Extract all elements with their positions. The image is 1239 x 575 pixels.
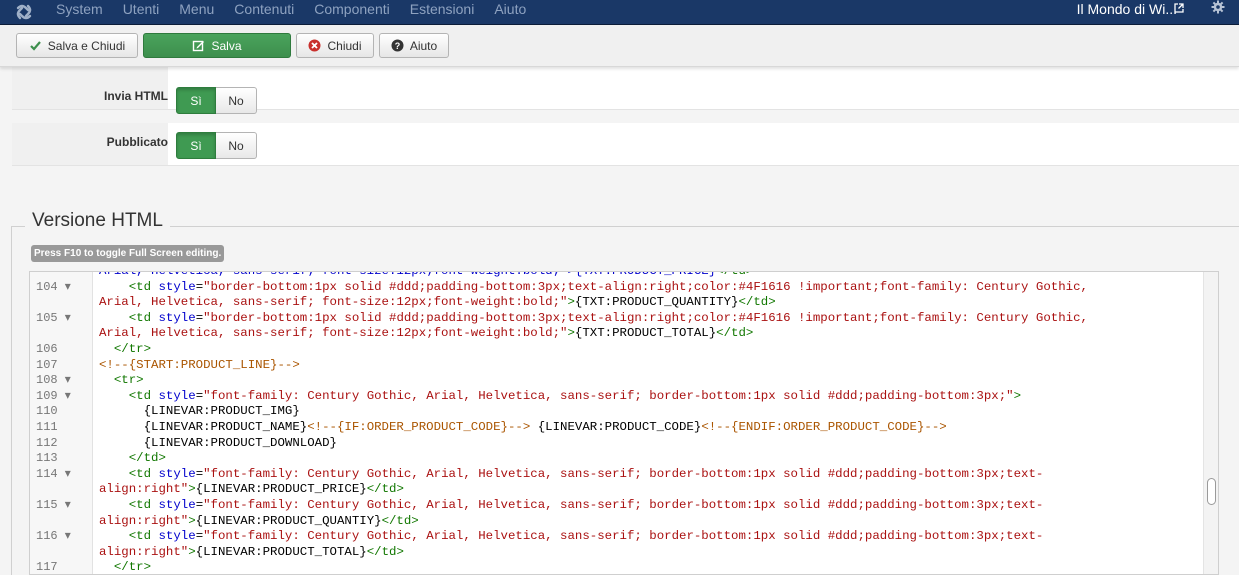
code-text: {LINEVAR:PRODUCT_IMG}: [99, 404, 300, 419]
menu-item-system[interactable]: System: [56, 0, 103, 25]
code-line: 115 ▾ <td style="font-family: Century Go…: [30, 498, 1205, 514]
code-text: </tr>: [113, 341, 152, 356]
save-button[interactable]: Salva: [143, 33, 291, 58]
code-text: align:right">{LINEVAR:PRODUCT_TOTAL}</td…: [99, 544, 404, 559]
edit-icon: [193, 40, 205, 52]
close-circle-icon: [308, 39, 321, 52]
published-yes-option[interactable]: Sì: [176, 132, 216, 159]
line-number: 112: [36, 435, 58, 450]
code-text: <td style="border-bottom:1px solid #ddd;…: [128, 279, 1088, 294]
line-number: 105 ▾: [36, 310, 71, 325]
svg-text:?: ?: [395, 41, 401, 51]
toolbar: Salva e Chiudi Salva Chiudi ? Aiuto: [0, 25, 1239, 67]
code-editor[interactable]: Arial, Helvetica, sans-serif; font-size:…: [29, 271, 1219, 575]
code-line: align:right">{LINEVAR:PRODUCT_TOTAL}</td…: [30, 545, 1205, 561]
line-number: 113: [36, 451, 58, 466]
code-text: </td>: [128, 451, 166, 466]
code-line: 113 </td>: [30, 451, 1205, 467]
line-number: 107: [36, 357, 58, 372]
code-line: 106 </tr>: [30, 342, 1205, 358]
main-menu: System Utenti Menu Contenuti Componenti …: [56, 0, 546, 25]
save-and-close-label: Salva e Chiudi: [47, 38, 126, 53]
code-line: 107 <!--{START:PRODUCT_LINE}-->: [30, 358, 1205, 374]
code-line: 105 ▾ <td style="border-bottom:1px solid…: [30, 311, 1205, 327]
code-line: 112 {LINEVAR:PRODUCT_DOWNLOAD}: [30, 436, 1205, 452]
code-text: align:right">{LINEVAR:PRODUCT_QUANTIY}</…: [99, 513, 419, 528]
menu-item-help[interactable]: Aiuto: [494, 0, 526, 25]
line-number: 110: [36, 404, 58, 419]
editor-scrollbar[interactable]: [1203, 272, 1218, 574]
code-text: <td style="font-family: Century Gothic, …: [128, 466, 1044, 481]
site-link[interactable]: Il Mondo di Wi...: [1077, 0, 1177, 18]
save-and-close-button[interactable]: Salva e Chiudi: [16, 33, 138, 58]
send-html-no-option[interactable]: No: [216, 87, 257, 114]
code-line: align:right">{LINEVAR:PRODUCT_QUANTIY}</…: [30, 514, 1205, 530]
code-line: Arial, Helvetica, sans-serif; font-size:…: [30, 326, 1205, 342]
external-link-icon: [1174, 3, 1184, 13]
help-circle-icon: ?: [391, 39, 404, 52]
check-icon: [30, 41, 41, 51]
code-text: Arial, Helvetica, sans-serif; font-size:…: [99, 271, 754, 278]
code-text: </tr>: [113, 560, 152, 575]
code-text: <!--{START:PRODUCT_LINE}-->: [99, 357, 300, 372]
menu-item-components[interactable]: Componenti: [314, 0, 390, 25]
line-number: 117: [36, 560, 58, 575]
line-number: 108 ▾: [36, 373, 71, 388]
menu-item-users[interactable]: Utenti: [123, 0, 160, 25]
line-number: 114 ▾: [36, 466, 71, 481]
menu-item-extensions[interactable]: Estensioni: [410, 0, 475, 25]
send-html-yes-option[interactable]: Sì: [176, 87, 216, 114]
send-html-label: Invia HTML: [12, 67, 168, 109]
line-number: 111: [36, 419, 58, 434]
help-button[interactable]: ? Aiuto: [379, 33, 449, 58]
menu-item-content[interactable]: Contenuti: [234, 0, 294, 25]
code-line: 108 ▾ <tr>: [30, 373, 1205, 389]
code-line: align:right">{LINEVAR:PRODUCT_PRICE}</td…: [30, 482, 1205, 498]
top-navbar: System Utenti Menu Contenuti Componenti …: [0, 0, 1239, 25]
close-button[interactable]: Chiudi: [296, 33, 374, 58]
code-line: 109 ▾ <td style="font-family: Century Go…: [30, 389, 1205, 405]
close-label: Chiudi: [327, 38, 362, 53]
joomla-logo-icon[interactable]: [14, 2, 34, 22]
line-number: 104 ▾: [36, 279, 71, 294]
line-number: 106: [36, 341, 58, 356]
published-toggle: Sì No: [176, 132, 257, 159]
save-label: Salva: [211, 38, 242, 53]
code-text: Arial, Helvetica, sans-serif; font-size:…: [99, 295, 776, 310]
code-text: <td style="font-family: Century Gothic, …: [128, 529, 1044, 544]
code-line: 117 </tr>: [30, 560, 1205, 575]
gear-icon[interactable]: [1211, 0, 1225, 14]
published-label: Pubblicato: [12, 123, 168, 165]
code-lines: Arial, Helvetica, sans-serif; font-size:…: [30, 271, 1205, 575]
code-line: 104 ▾ <td style="border-bottom:1px solid…: [30, 280, 1205, 296]
line-number: 115 ▾: [36, 497, 71, 512]
send-html-toggle: Sì No: [176, 87, 257, 114]
code-text: <td style="font-family: Century Gothic, …: [128, 497, 1044, 512]
code-line: Arial, Helvetica, sans-serif; font-size:…: [30, 295, 1205, 311]
editor-scrollbar-thumb[interactable]: [1207, 478, 1216, 505]
line-number: 109 ▾: [36, 388, 71, 403]
code-text: Arial, Helvetica, sans-serif; font-size:…: [99, 326, 754, 341]
code-line: 114 ▾ <td style="font-family: Century Go…: [30, 467, 1205, 483]
published-value-cell: [168, 123, 1239, 165]
code-text: <td style="font-family: Century Gothic, …: [128, 388, 1022, 403]
send-html-value-cell: [168, 67, 1239, 109]
code-text: {LINEVAR:PRODUCT_DOWNLOAD}: [99, 435, 337, 450]
code-text: <tr>: [113, 373, 144, 388]
code-line: 110 {LINEVAR:PRODUCT_IMG}: [30, 404, 1205, 420]
help-label: Aiuto: [409, 38, 438, 53]
code-text: {LINEVAR:PRODUCT_NAME}<!--{IF:ORDER_PROD…: [99, 419, 947, 434]
code-line: 116 ▾ <td style="font-family: Century Go…: [30, 529, 1205, 545]
fullscreen-hint: Press F10 to toggle Full Screen editing.: [31, 245, 225, 262]
code-line: 111 {LINEVAR:PRODUCT_NAME}<!--{IF:ORDER_…: [30, 420, 1205, 436]
published-no-option[interactable]: No: [216, 132, 257, 159]
content-area: Invia HTML Sì No Pubblicato Sì No Versio…: [0, 67, 1239, 575]
code-text: <td style="border-bottom:1px solid #ddd;…: [128, 310, 1088, 325]
html-version-legend: Versione HTML: [25, 210, 170, 232]
code-text: align:right">{LINEVAR:PRODUCT_PRICE}</td…: [99, 482, 404, 497]
menu-item-menus[interactable]: Menu: [179, 0, 214, 25]
line-number: 116 ▾: [36, 529, 71, 544]
code-line: Arial, Helvetica, sans-serif; font-size:…: [30, 271, 1205, 280]
